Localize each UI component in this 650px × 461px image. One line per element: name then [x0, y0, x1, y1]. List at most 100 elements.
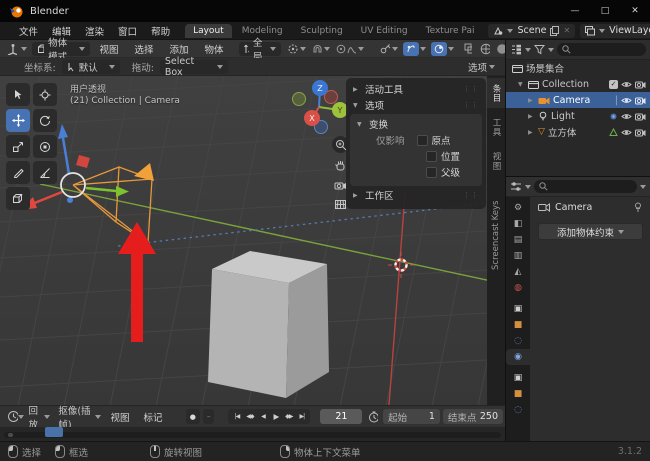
menu-add[interactable]: 添加 [163, 42, 196, 56]
next-keyframe-button[interactable]: ◆▶ [282, 413, 295, 420]
object-visibility-icon[interactable] [380, 43, 391, 54]
timeline-scrubber[interactable] [0, 427, 505, 441]
menu-file[interactable]: 文件 [12, 24, 45, 38]
pin-icon[interactable] [633, 202, 643, 213]
outliner-search[interactable] [557, 43, 646, 56]
current-frame-marker[interactable] [45, 427, 63, 437]
shading-wireframe-icon[interactable] [480, 43, 489, 55]
timeline-editor-icon[interactable] [7, 410, 18, 423]
auto-keying-toggle[interactable]: ● [186, 409, 201, 424]
measure-tool[interactable] [33, 161, 57, 184]
tool-options-dropdown[interactable]: 选项 [468, 60, 495, 74]
world-properties-tab[interactable]: ◍ [506, 280, 530, 296]
render-visibility-icon[interactable] [635, 80, 646, 89]
transform-orientation-dropdown[interactable]: 全局 [239, 42, 281, 56]
hide-eye-icon[interactable] [621, 80, 632, 89]
play-button[interactable]: ▶ [269, 412, 282, 421]
mode-selector[interactable]: 物体模式 [32, 42, 91, 56]
editor-type-icon[interactable] [6, 43, 17, 55]
viewport-canvas[interactable]: Z Y X 用户透视 (21) [0, 76, 505, 405]
menu-render[interactable]: 渲染 [78, 24, 111, 38]
hide-eye-icon[interactable] [621, 128, 632, 137]
timeline-view-menu[interactable]: 视图 [103, 410, 136, 424]
locations-checkbox[interactable] [426, 151, 437, 162]
new-scene-icon[interactable] [550, 26, 559, 36]
workspace-tab-layout[interactable]: Layout [185, 24, 232, 38]
properties-editor-chevron[interactable] [525, 185, 531, 189]
view-layer-selector[interactable]: ViewLayer ✕ [580, 24, 650, 38]
sidebar-tab-item[interactable]: 条目 [487, 78, 505, 108]
snap-settings-chevron[interactable] [324, 47, 330, 51]
navigation-gizmo[interactable]: Z Y X [293, 80, 349, 134]
visibility-chevron[interactable] [392, 47, 398, 51]
breadcrumb-object-name[interactable]: Camera [555, 202, 592, 213]
expand-icon[interactable]: ▼ [518, 81, 525, 88]
scene-dropdown-chevron[interactable] [507, 29, 513, 33]
view-layer-properties-tab[interactable]: ▥ [506, 248, 530, 264]
cursor-tool[interactable] [33, 83, 57, 106]
panel-grip[interactable]: ⋮⋮ [463, 85, 479, 93]
falloff-curve-icon[interactable] [347, 44, 357, 54]
workspace-tab-texture-paint[interactable]: Texture Pai [418, 24, 483, 38]
unlink-scene-icon[interactable]: ✕ [563, 26, 570, 35]
outliner-row-camera[interactable]: ▶ Camera | [506, 92, 650, 108]
timeline-marker-menu[interactable]: 标记 [137, 410, 170, 424]
hide-eye-icon[interactable] [621, 112, 632, 121]
frame-end-field[interactable]: 结束点 250 [443, 409, 503, 424]
outliner-row-light[interactable]: ▶ Light [506, 108, 650, 124]
workspace-tab-uv-editing[interactable]: UV Editing [353, 24, 416, 38]
gizmo-plane-handle[interactable] [76, 155, 90, 168]
panel-workspace[interactable]: ▶ 工作区 ⋮⋮ [346, 187, 486, 203]
modifier-properties-tab[interactable]: ■ [506, 317, 530, 333]
gizmo-z-arrow[interactable] [58, 124, 68, 139]
maximize-button[interactable]: □ [590, 0, 620, 22]
material-properties-tab[interactable]: ■ [506, 386, 530, 402]
pivot-point-dropdown[interactable] [287, 43, 306, 55]
render-properties-tab[interactable]: ◧ [506, 216, 530, 232]
sidebar-tab-screencast-keys[interactable]: Screencast Keys [487, 180, 505, 290]
xray-toggle-icon[interactable] [464, 43, 473, 54]
scale-tool[interactable] [6, 135, 30, 158]
axis-neg-y-ball[interactable] [293, 93, 306, 106]
display-mode-chevron[interactable] [525, 48, 531, 52]
menu-help[interactable]: 帮助 [144, 24, 177, 38]
properties-editor-icon[interactable] [510, 181, 522, 192]
tool-properties-tab[interactable]: ⚙ [506, 200, 530, 216]
add-cube-tool[interactable] [6, 187, 30, 210]
proportional-editing-icon[interactable] [336, 44, 346, 54]
minimize-button[interactable]: — [560, 0, 590, 22]
transform-tool[interactable] [33, 135, 57, 158]
outliner-row-collection[interactable]: ▼ Collection ✓ [506, 76, 650, 92]
panel-options[interactable]: ▼ 选项 ⋮⋮ [346, 97, 486, 113]
timeline-editor-chevron[interactable] [18, 415, 24, 419]
use-preview-range-icon[interactable] [368, 411, 378, 423]
show-overlays-toggle[interactable] [431, 42, 447, 56]
menu-window[interactable]: 窗口 [111, 24, 144, 38]
coord-system-dropdown[interactable]: 默认 [62, 60, 120, 74]
properties-filter-chevron[interactable] [640, 185, 646, 189]
keying-set-dropdown[interactable]: – [203, 409, 214, 424]
physics-properties-tab[interactable]: ◌ [506, 333, 530, 349]
gizmo-y-arrow[interactable] [116, 186, 129, 197]
object-data-properties-tab[interactable]: ▣ [506, 370, 530, 386]
sidebar-tab-view[interactable]: 视图 [487, 146, 505, 176]
render-visibility-icon[interactable] [635, 128, 646, 137]
parents-checkbox[interactable] [426, 167, 437, 178]
snap-magnet-icon[interactable] [312, 43, 323, 54]
scene-name[interactable]: Scene [517, 25, 546, 36]
current-frame-field[interactable]: 21 [320, 409, 362, 424]
falloff-chevron[interactable] [358, 47, 364, 51]
workspace-tab-sculpting[interactable]: Sculpting [293, 24, 351, 38]
render-visibility-icon[interactable] [635, 112, 646, 121]
view-layer-dropdown-chevron[interactable] [599, 29, 605, 33]
timeline-scrollbar[interactable] [4, 432, 501, 438]
output-properties-tab[interactable]: ▤ [506, 232, 530, 248]
panel-grip[interactable]: ⋮⋮ [463, 101, 479, 109]
render-visibility-icon[interactable] [635, 96, 646, 105]
cube-object[interactable] [208, 251, 329, 398]
collection-checkbox[interactable]: ✓ [609, 80, 618, 89]
properties-search[interactable] [534, 180, 637, 193]
panel-transform[interactable]: ▼ 变换 [350, 116, 482, 132]
jump-to-start-button[interactable]: |◀ [230, 413, 243, 420]
select-box-tool[interactable] [6, 83, 30, 106]
